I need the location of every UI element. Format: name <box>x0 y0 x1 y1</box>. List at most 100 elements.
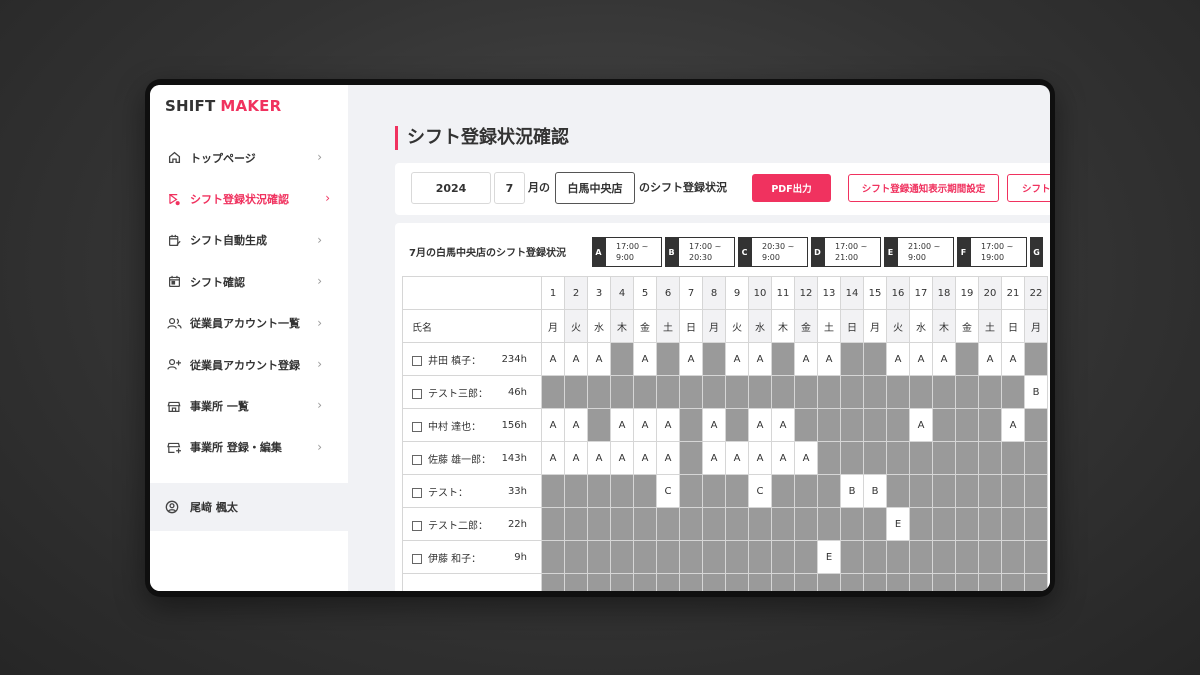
shift-cell-unavailable[interactable] <box>863 375 887 409</box>
shift-cell-unavailable[interactable] <box>564 573 588 591</box>
shift-cell-unavailable[interactable] <box>955 573 979 591</box>
shift-cell-unavailable[interactable] <box>679 441 703 475</box>
shift-cell-unavailable[interactable] <box>679 408 703 442</box>
shift-cell-unavailable[interactable] <box>955 474 979 508</box>
shift-cell-unavailable[interactable] <box>932 474 956 508</box>
shift-cell-unavailable[interactable] <box>725 507 749 541</box>
shift-cell-unavailable[interactable] <box>955 507 979 541</box>
shift-cell[interactable]: C <box>656 474 680 508</box>
shift-cell-unavailable[interactable] <box>748 375 772 409</box>
employee-checkbox[interactable] <box>412 487 422 498</box>
shift-cell-unavailable[interactable] <box>817 375 841 409</box>
shift-cell-unavailable[interactable] <box>909 573 933 591</box>
shift-cell-unavailable[interactable] <box>840 507 864 541</box>
shift-cell-unavailable[interactable] <box>955 375 979 409</box>
shift-cell-unavailable[interactable] <box>932 441 956 475</box>
shift-cell[interactable]: A <box>610 441 634 475</box>
shift-cell-unavailable[interactable] <box>840 408 864 442</box>
shift-cell-unavailable[interactable] <box>587 474 611 508</box>
shift-cell-unavailable[interactable] <box>610 342 634 376</box>
shift-cell-unavailable[interactable] <box>794 474 818 508</box>
shift-cell-unavailable[interactable] <box>679 375 703 409</box>
shift-cell-unavailable[interactable] <box>541 375 565 409</box>
shift-cell-unavailable[interactable] <box>1024 507 1048 541</box>
sidebar-item-employee-list[interactable]: 従業員アカウント一覧 › <box>150 303 348 344</box>
shift-cell-unavailable[interactable] <box>794 375 818 409</box>
shift-cell-unavailable[interactable] <box>1001 540 1025 574</box>
shift-cell-unavailable[interactable] <box>1001 573 1025 591</box>
shift-cell-unavailable[interactable] <box>955 408 979 442</box>
shift-cell-unavailable[interactable] <box>541 573 565 591</box>
shift-cell-unavailable[interactable] <box>679 573 703 591</box>
shift-cell-unavailable[interactable] <box>817 573 841 591</box>
shift-cell-unavailable[interactable] <box>1024 540 1048 574</box>
user-profile[interactable]: 尾﨑 楓太 <box>150 483 348 531</box>
shift-cell-unavailable[interactable] <box>702 540 726 574</box>
shift-cell[interactable]: E <box>817 540 841 574</box>
sidebar-item-top-page[interactable]: トップページ › <box>150 137 348 178</box>
shift-cell[interactable]: A <box>610 408 634 442</box>
shift-cell-unavailable[interactable] <box>610 375 634 409</box>
shift-cell-unavailable[interactable] <box>771 342 795 376</box>
shift-cell-unavailable[interactable] <box>748 540 772 574</box>
shift-cell-unavailable[interactable] <box>587 540 611 574</box>
shift-cell-unavailable[interactable] <box>817 408 841 442</box>
sidebar-item-shift-status[interactable]: シフト登録状況確認 › <box>150 178 348 219</box>
sidebar-item-office-list[interactable]: 事業所 一覧 › <box>150 385 348 426</box>
shift-cell-unavailable[interactable] <box>679 507 703 541</box>
shift-cell[interactable]: E <box>886 507 910 541</box>
sidebar-item-office-edit[interactable]: 事業所 登録・編集 › <box>150 427 348 468</box>
shift-cell-unavailable[interactable] <box>1024 474 1048 508</box>
employee-checkbox[interactable] <box>412 355 422 366</box>
shift-cell-unavailable[interactable] <box>863 507 887 541</box>
shift-cell-unavailable[interactable] <box>771 375 795 409</box>
shift-cell-unavailable[interactable] <box>978 441 1002 475</box>
shift-cell-unavailable[interactable] <box>679 540 703 574</box>
shift-cell[interactable]: A <box>656 408 680 442</box>
shift-cell-unavailable[interactable] <box>863 540 887 574</box>
shift-cell-unavailable[interactable] <box>1001 375 1025 409</box>
shift-cell-unavailable[interactable] <box>725 474 749 508</box>
shift-cell-unavailable[interactable] <box>541 474 565 508</box>
shift-cell-unavailable[interactable] <box>610 474 634 508</box>
shift-cell-unavailable[interactable] <box>886 540 910 574</box>
shift-cell-unavailable[interactable] <box>886 375 910 409</box>
shift-cell-unavailable[interactable] <box>840 441 864 475</box>
shift-cell-unavailable[interactable] <box>794 408 818 442</box>
shift-cell[interactable]: A <box>748 342 772 376</box>
shift-cell-unavailable[interactable] <box>656 342 680 376</box>
shift-cell-unavailable[interactable] <box>587 375 611 409</box>
employee-checkbox[interactable] <box>412 520 422 531</box>
shift-cell-unavailable[interactable] <box>771 573 795 591</box>
shift-cell-unavailable[interactable] <box>656 573 680 591</box>
shift-cell-unavailable[interactable] <box>817 507 841 541</box>
shift-cell-unavailable[interactable] <box>840 375 864 409</box>
shift-cell-unavailable[interactable] <box>978 573 1002 591</box>
shift-cell-unavailable[interactable] <box>817 441 841 475</box>
month-field[interactable]: 7 <box>494 172 525 204</box>
shift-cell-unavailable[interactable] <box>771 540 795 574</box>
shift-cell[interactable]: A <box>932 342 956 376</box>
shift-cell-unavailable[interactable] <box>587 408 611 442</box>
shift-cell[interactable]: A <box>541 441 565 475</box>
shift-cell-unavailable[interactable] <box>656 540 680 574</box>
shift-cell-unavailable[interactable] <box>541 540 565 574</box>
shift-cell-unavailable[interactable] <box>587 573 611 591</box>
shift-cell[interactable]: A <box>794 441 818 475</box>
shift-cell[interactable]: A <box>633 441 657 475</box>
shift-cell[interactable]: A <box>909 408 933 442</box>
shift-cell-unavailable[interactable] <box>610 507 634 541</box>
shift-cell-unavailable[interactable] <box>978 474 1002 508</box>
shift-cell[interactable]: A <box>1001 408 1025 442</box>
shift-cell[interactable]: A <box>1001 342 1025 376</box>
shift-cell-unavailable[interactable] <box>564 540 588 574</box>
year-field[interactable]: 2024 <box>411 172 491 204</box>
shift-cell[interactable]: A <box>725 441 749 475</box>
shift-cell-unavailable[interactable] <box>633 540 657 574</box>
shift-cell[interactable]: A <box>564 342 588 376</box>
shift-cell-unavailable[interactable] <box>932 507 956 541</box>
shift-cell-unavailable[interactable] <box>886 474 910 508</box>
shift-cell-unavailable[interactable] <box>1001 507 1025 541</box>
shift-cell-unavailable[interactable] <box>748 507 772 541</box>
shift-cell-unavailable[interactable] <box>955 342 979 376</box>
